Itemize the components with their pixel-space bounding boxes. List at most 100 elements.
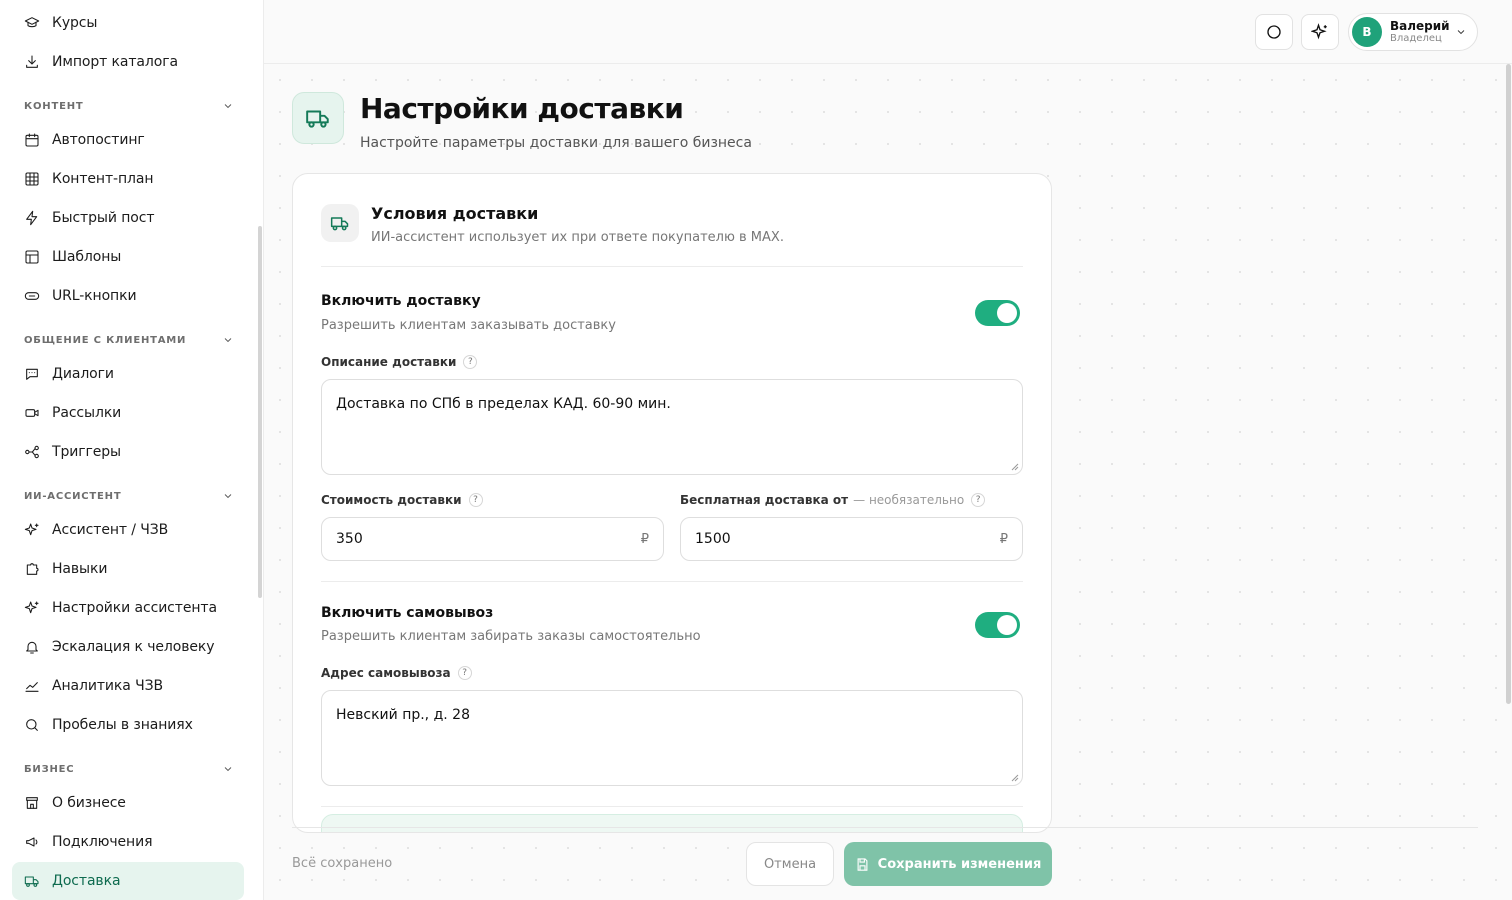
save-button[interactable]: Сохранить изменения bbox=[844, 842, 1052, 886]
pickup-address-textarea[interactable]: Невский пр., д. 28 bbox=[321, 690, 1023, 786]
sidebar-item-content-plan[interactable]: Контент-план bbox=[12, 160, 244, 198]
sidebar-item-label: Подключения bbox=[52, 834, 153, 850]
download-icon bbox=[24, 54, 40, 70]
help-icon[interactable]: ? bbox=[971, 493, 986, 507]
sidebar-item-skills[interactable]: Навыки bbox=[12, 550, 244, 588]
store-icon bbox=[24, 795, 40, 811]
free-delivery-input[interactable]: 1500 ₽ bbox=[680, 517, 1023, 561]
delivery-cost-label: Стоимость доставки ? bbox=[321, 493, 483, 507]
delivery-description-textarea[interactable]: Доставка по СПб в пределах КАД. 60-90 ми… bbox=[321, 379, 1023, 475]
sparkles-icon bbox=[1311, 23, 1327, 40]
sparkles-icon bbox=[24, 600, 40, 616]
chevron-down-icon bbox=[1457, 30, 1465, 35]
info-box bbox=[321, 814, 1023, 832]
delivery-description-label: Описание доставки ? bbox=[321, 355, 478, 369]
save-icon bbox=[857, 857, 868, 871]
lightning-icon bbox=[24, 210, 40, 226]
avatar: В bbox=[1352, 17, 1382, 47]
sidebar-item-label: Ассистент / ЧЗВ bbox=[52, 522, 169, 538]
main-scrollbar[interactable] bbox=[1506, 64, 1511, 704]
sidebar-item-label: URL-кнопки bbox=[52, 288, 137, 304]
sidebar-item-mailings[interactable]: Рассылки bbox=[12, 394, 244, 432]
sidebar-item-dialogs[interactable]: Диалоги bbox=[12, 355, 244, 393]
sidebar-item-label: Настройки ассистента bbox=[52, 600, 217, 616]
sidebar-item-label: Курсы bbox=[52, 15, 98, 31]
sparkles-icon bbox=[24, 522, 40, 538]
resize-handle-icon[interactable] bbox=[1011, 463, 1019, 471]
delivery-settings-card: Условия доставки ИИ-ассистент использует… bbox=[292, 173, 1052, 833]
section-header-customers[interactable]: ОБЩЕНИЕ С КЛИЕНТАМИ bbox=[24, 332, 234, 348]
sidebar: Курсы Импорт каталога КОНТЕНТ Автопостин… bbox=[0, 0, 264, 900]
pickup-toggle[interactable] bbox=[975, 612, 1020, 638]
ai-button[interactable] bbox=[1301, 14, 1339, 50]
free-delivery-label: Бесплатная доставка от — необязательно ? bbox=[680, 493, 986, 507]
user-menu[interactable]: В Валерий Владелец bbox=[1348, 13, 1478, 51]
topbar: В Валерий Владелец bbox=[264, 0, 1512, 64]
sidebar-item-courses[interactable]: Курсы bbox=[12, 4, 244, 42]
page-title: Настройки доставки bbox=[360, 92, 684, 125]
user-name: Валерий bbox=[1390, 18, 1450, 33]
sidebar-item-url-buttons[interactable]: URL-кнопки bbox=[12, 277, 244, 315]
sidebar-item-label: Эскалация к человеку bbox=[52, 639, 215, 655]
chevron-down-icon bbox=[224, 767, 232, 772]
pickup-toggle-title: Включить самовывоз bbox=[321, 605, 494, 621]
card-subtitle: ИИ-ассистент использует их при ответе по… bbox=[371, 230, 784, 245]
sidebar-item-delivery[interactable]: Доставка bbox=[12, 862, 244, 900]
help-icon[interactable]: ? bbox=[468, 493, 483, 507]
section-header-business[interactable]: БИЗНЕС bbox=[24, 761, 234, 777]
truck-icon bbox=[321, 204, 359, 242]
broadcast-icon bbox=[24, 405, 40, 421]
truck-icon bbox=[292, 92, 344, 144]
sidebar-item-assistant-settings[interactable]: Настройки ассистента bbox=[12, 589, 244, 627]
footer-divider bbox=[292, 827, 1478, 828]
help-icon[interactable]: ? bbox=[463, 355, 478, 369]
graduation-cap-icon bbox=[24, 15, 40, 31]
grid-calendar-icon bbox=[24, 171, 40, 187]
sidebar-item-quick-post[interactable]: Быстрый пост bbox=[12, 199, 244, 237]
delivery-toggle[interactable] bbox=[975, 300, 1020, 326]
chevron-down-icon bbox=[224, 338, 232, 343]
user-role: Владелец bbox=[1390, 33, 1442, 45]
delivery-toggle-title: Включить доставку bbox=[321, 293, 481, 309]
sidebar-item-about-business[interactable]: О бизнесе bbox=[12, 784, 244, 822]
cancel-button[interactable]: Отмена bbox=[746, 842, 834, 886]
circle-icon bbox=[1267, 25, 1281, 39]
status-button[interactable] bbox=[1255, 14, 1293, 50]
chevron-down-icon bbox=[224, 104, 232, 109]
sidebar-item-label: Диалоги bbox=[52, 366, 114, 382]
divider bbox=[321, 266, 1023, 267]
sidebar-scrollbar[interactable] bbox=[258, 226, 262, 598]
sidebar-item-label: О бизнесе bbox=[52, 795, 126, 811]
sidebar-item-catalog-import[interactable]: Импорт каталога bbox=[12, 43, 244, 81]
sidebar-item-autoposting[interactable]: Автопостинг bbox=[12, 121, 244, 159]
sidebar-item-triggers[interactable]: Триггеры bbox=[12, 433, 244, 471]
sidebar-item-connections[interactable]: Подключения bbox=[12, 823, 244, 861]
delivery-toggle-subtitle: Разрешить клиентам заказывать доставку bbox=[321, 318, 616, 333]
delivery-cost-input[interactable]: 350 ₽ bbox=[321, 517, 664, 561]
sidebar-item-label: Автопостинг bbox=[52, 132, 145, 148]
pickup-toggle-subtitle: Разрешить клиентам забирать заказы самос… bbox=[321, 629, 701, 644]
chevron-down-icon bbox=[224, 494, 232, 499]
sidebar-item-label: Импорт каталога bbox=[52, 54, 178, 70]
sidebar-item-label: Аналитика ЧЗВ bbox=[52, 678, 163, 694]
section-header-content[interactable]: КОНТЕНТ bbox=[24, 98, 234, 114]
chart-line-icon bbox=[24, 678, 40, 694]
sidebar-item-label: Навыки bbox=[52, 561, 108, 577]
divider bbox=[321, 581, 1023, 582]
pickup-address-label: Адрес самовывоза ? bbox=[321, 666, 472, 680]
sidebar-item-escalation[interactable]: Эскалация к человеку bbox=[12, 628, 244, 666]
sidebar-item-templates[interactable]: Шаблоны bbox=[12, 238, 244, 276]
section-header-ai-assistant[interactable]: ИИ-АССИСТЕНТ bbox=[24, 488, 234, 504]
layout-template-icon bbox=[24, 249, 40, 265]
divider bbox=[321, 806, 1023, 807]
help-icon[interactable]: ? bbox=[457, 666, 472, 680]
truck-icon bbox=[24, 873, 40, 889]
sidebar-item-assistant-faq[interactable]: Ассистент / ЧЗВ bbox=[12, 511, 244, 549]
sidebar-item-faq-analytics[interactable]: Аналитика ЧЗВ bbox=[12, 667, 244, 705]
search-icon bbox=[24, 717, 40, 733]
resize-handle-icon[interactable] bbox=[1011, 774, 1019, 782]
calendar-clock-icon bbox=[24, 132, 40, 148]
sidebar-item-knowledge-gaps[interactable]: Пробелы в знаниях bbox=[12, 706, 244, 744]
bell-icon bbox=[24, 639, 40, 655]
page-subtitle: Настройте параметры доставки для вашего … bbox=[360, 135, 752, 151]
